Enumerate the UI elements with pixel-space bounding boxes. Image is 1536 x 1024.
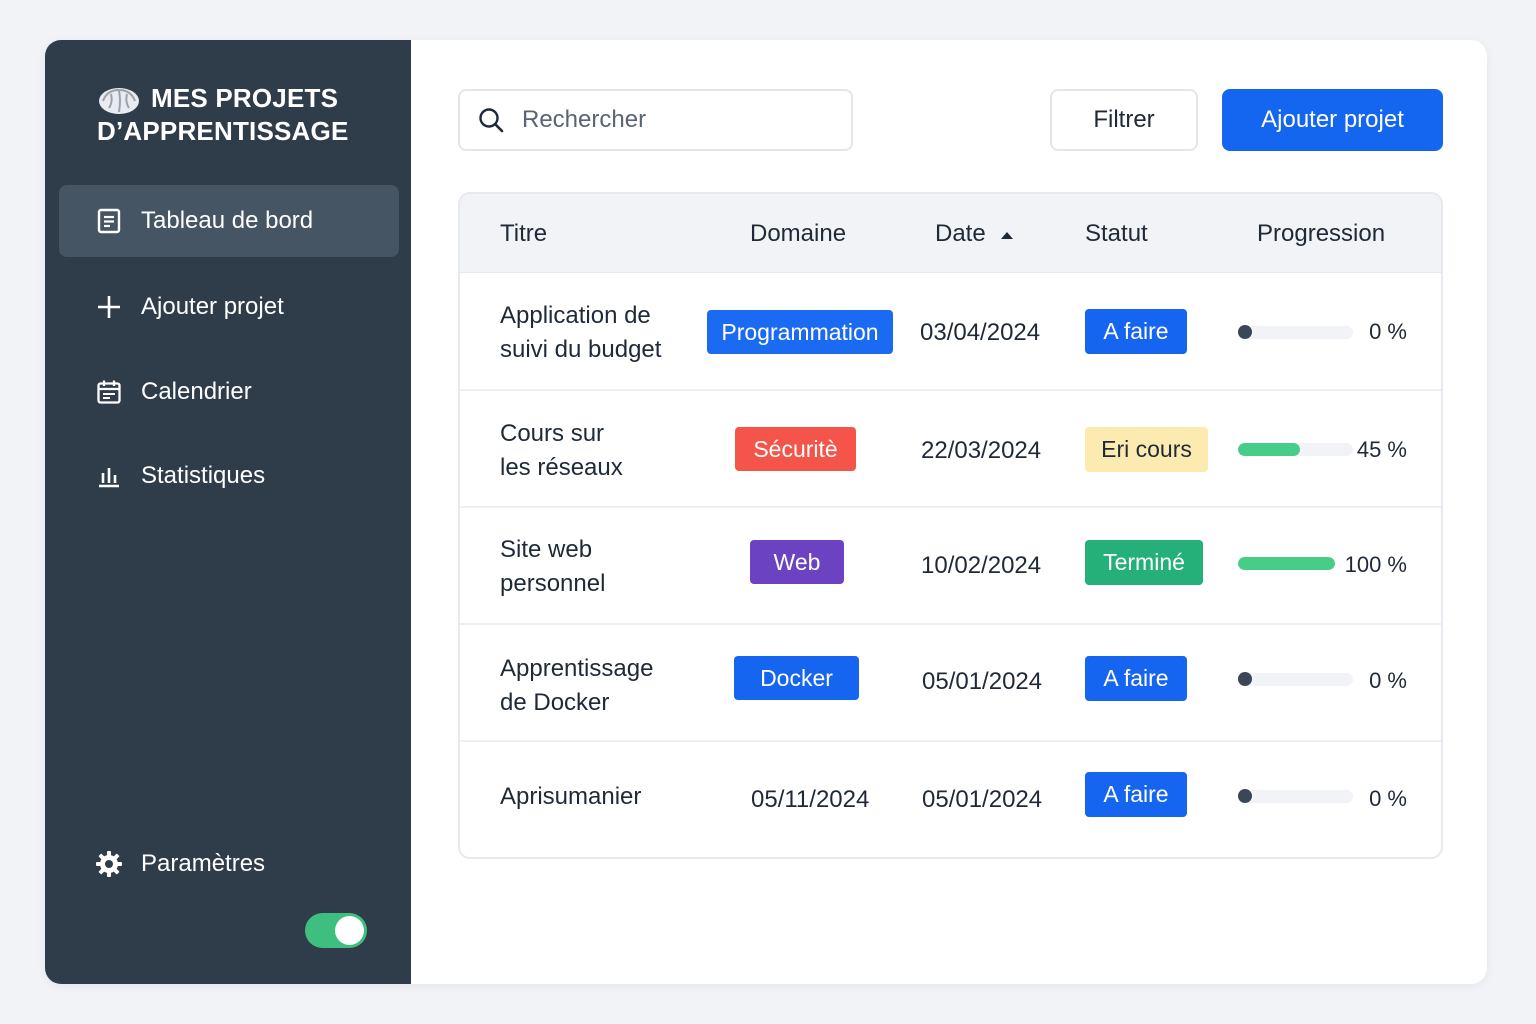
- column-header-title[interactable]: Titre: [500, 220, 547, 248]
- sidebar-item-label: Tableau de bord: [141, 207, 314, 234]
- project-title: Application de suivi du budget: [500, 299, 690, 367]
- sidebar-item-statistics[interactable]: Statistiques: [59, 440, 399, 512]
- table-row[interactable]: Cours sur les réseaux Sécuritè 22/03/202…: [460, 391, 1441, 508]
- main-content: Filtrer Ajouter projet Titre Domaine Dat…: [411, 40, 1487, 984]
- project-date: 10/02/2024: [921, 552, 1042, 579]
- progress-fill: [1238, 557, 1335, 570]
- project-title-line: suivi du budget: [500, 336, 662, 363]
- bar-chart-icon: [95, 462, 123, 490]
- project-title: Site web personnel: [500, 533, 690, 601]
- toggle-knob: [335, 916, 364, 945]
- theme-toggle[interactable]: [305, 913, 367, 948]
- project-date: 05/01/2024: [922, 786, 1043, 813]
- search-input[interactable]: [522, 106, 822, 134]
- sidebar-item-label: Ajouter projet: [141, 293, 284, 320]
- sidebar-item-calendar[interactable]: Calendrier: [59, 356, 399, 428]
- search-box[interactable]: [458, 89, 853, 151]
- domain-badge: Programmation: [707, 310, 893, 354]
- sidebar-item-add-project[interactable]: Ajouter projet: [59, 271, 399, 343]
- calendar-icon: [95, 378, 123, 406]
- progress-bar: [1238, 326, 1353, 339]
- plus-icon: [95, 293, 123, 321]
- app-window: MES PROJETS D’APPRENTISSAGE Tableau de b…: [45, 40, 1487, 984]
- progress-bar: [1238, 557, 1335, 570]
- progress-fill: [1238, 443, 1301, 456]
- progress-bar: [1238, 443, 1353, 456]
- progress-dot: [1238, 789, 1252, 803]
- domain-badge: Sécuritè: [735, 427, 856, 471]
- progress-percent: 45 %: [1356, 437, 1407, 462]
- progress-bar: [1238, 790, 1353, 803]
- progress-dot: [1238, 672, 1252, 686]
- table-row[interactable]: Aprisumanier 05/11/2024 05/01/2024 A fai…: [460, 742, 1441, 857]
- filter-button[interactable]: Filtrer: [1050, 89, 1198, 151]
- project-domain-text: 05/11/2024: [751, 786, 870, 813]
- progress-percent: 0 %: [1369, 319, 1407, 344]
- status-badge: Terminé: [1085, 540, 1203, 585]
- progress-percent: 0 %: [1369, 786, 1407, 811]
- column-header-date[interactable]: Date: [935, 220, 986, 248]
- project-date: 22/03/2024: [921, 437, 1042, 464]
- domain-badge: Docker: [734, 656, 859, 700]
- status-badge: A faire: [1085, 772, 1187, 817]
- project-title-line: Cours sur: [500, 420, 605, 447]
- project-title: Cours sur les réseaux: [500, 417, 690, 485]
- add-project-button[interactable]: Ajouter projet: [1222, 89, 1443, 151]
- sidebar-item-dashboard[interactable]: Tableau de bord: [59, 185, 399, 257]
- sidebar-item-settings[interactable]: Paramètres: [59, 828, 399, 900]
- table-header: Titre Domaine Date Statut Progression: [460, 194, 1441, 273]
- project-date: 05/01/2024: [922, 668, 1043, 695]
- sidebar-item-label: Calendrier: [141, 378, 252, 405]
- sort-up-icon[interactable]: [999, 230, 1015, 240]
- project-title-line: Aprisumanier: [500, 783, 642, 810]
- brand: MES PROJETS D’APPRENTISSAGE: [97, 82, 387, 148]
- status-badge: Eri cours: [1085, 427, 1208, 472]
- project-title-line: les réseaux: [500, 454, 623, 481]
- sidebar-item-label: Statistiques: [141, 462, 266, 489]
- progress-bar: [1238, 673, 1353, 686]
- status-badge: A faire: [1085, 656, 1187, 701]
- progress-dot: [1238, 325, 1252, 339]
- progress-percent: 100 %: [1344, 552, 1407, 577]
- table-row[interactable]: Apprentissage de Docker Docker 05/01/202…: [460, 625, 1441, 742]
- brain-icon: [99, 88, 139, 114]
- sidebar-item-label: Paramètres: [141, 850, 266, 877]
- column-header-status[interactable]: Statut: [1085, 220, 1148, 248]
- progress-percent: 0 %: [1369, 668, 1407, 693]
- gear-icon: [95, 850, 123, 878]
- project-title-line: personnel: [500, 570, 606, 597]
- project-title-line: Site web: [500, 536, 593, 563]
- search-icon: [479, 108, 504, 133]
- project-title: Aprisumanier: [500, 780, 690, 814]
- project-title-line: de Docker: [500, 689, 610, 716]
- table-row[interactable]: Application de suivi du budget Programma…: [460, 274, 1441, 391]
- project-title: Apprentissage de Docker: [500, 652, 690, 720]
- project-title-line: Apprentissage: [500, 655, 654, 682]
- sidebar: MES PROJETS D’APPRENTISSAGE Tableau de b…: [45, 40, 411, 984]
- project-date: 03/04/2024: [920, 319, 1041, 346]
- project-title-line: Application de: [500, 302, 651, 329]
- table-row[interactable]: Site web personnel Web 10/02/2024 Termin…: [460, 508, 1441, 625]
- status-badge: A faire: [1085, 309, 1187, 354]
- column-header-domain[interactable]: Domaine: [750, 220, 846, 248]
- domain-badge: Web: [750, 540, 844, 584]
- document-icon: [95, 207, 123, 235]
- projects-table: Titre Domaine Date Statut Progression Ap…: [458, 192, 1443, 859]
- column-header-progress[interactable]: Progression: [1257, 220, 1385, 248]
